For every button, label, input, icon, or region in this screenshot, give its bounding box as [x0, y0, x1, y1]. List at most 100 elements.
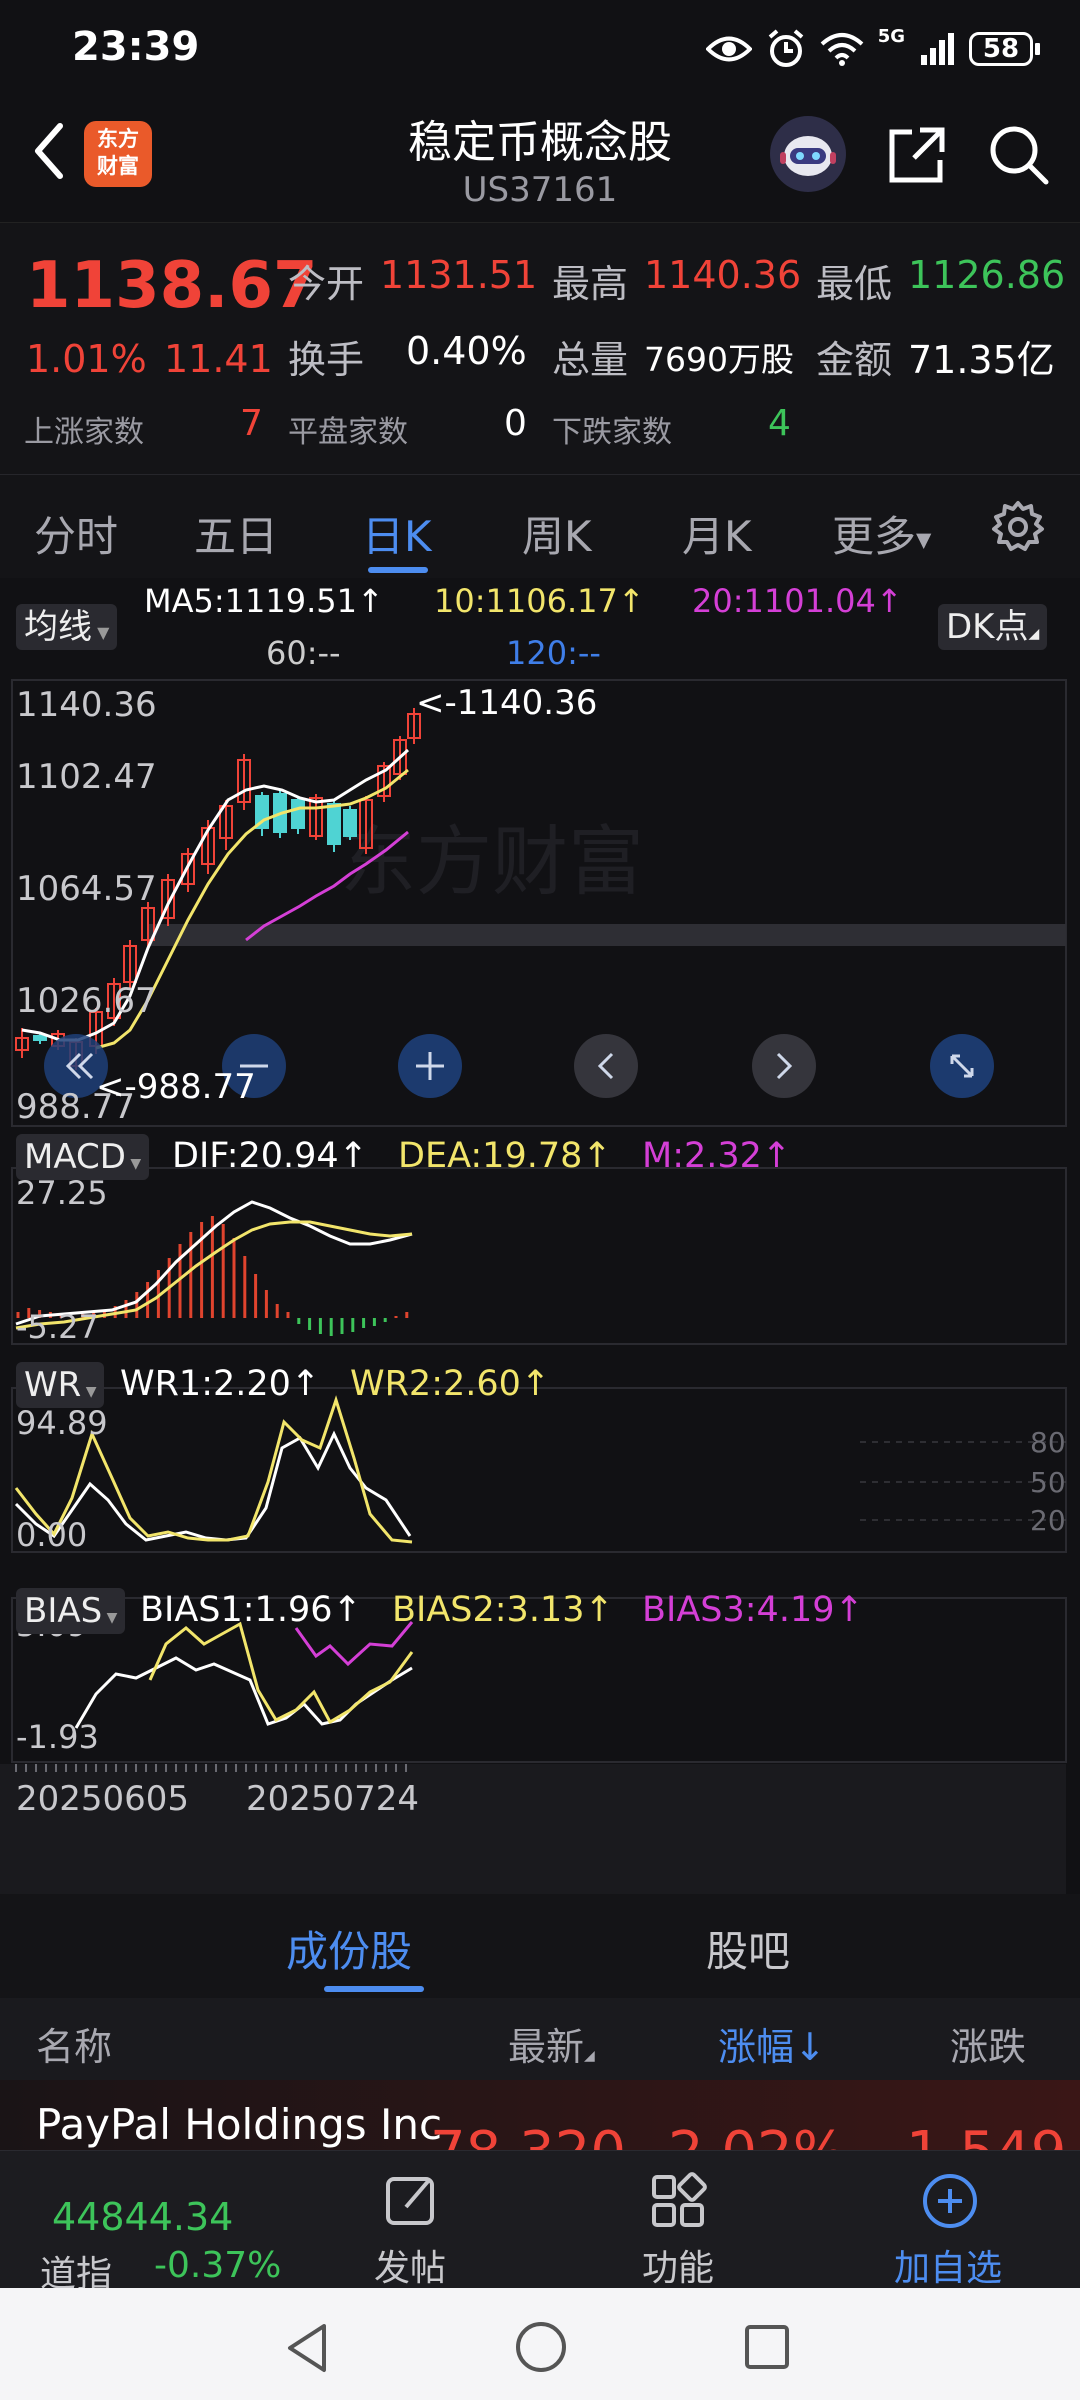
bias2-value: BIAS2:3.13↑	[392, 1590, 614, 1630]
ma10-value: 10:1106.17↑	[434, 582, 645, 620]
ma5-value: MA5:1119.51↑	[144, 582, 384, 620]
caret-down-icon: ▼	[92, 623, 110, 642]
tab-more[interactable]: 更多▼	[832, 503, 931, 564]
col-change[interactable]: 涨跌	[950, 2016, 1026, 2071]
add-watchlist-button[interactable]: 加自选	[880, 2165, 1020, 2289]
tab-five-day[interactable]: 五日	[194, 503, 278, 564]
candle-body	[327, 803, 341, 845]
status-bar: 23:39 5G 58	[0, 0, 1080, 96]
system-nav-bar	[0, 2288, 1080, 2400]
open-value: 1131.51	[380, 253, 538, 297]
robot-assistant-button[interactable]	[770, 116, 846, 192]
change-percent: 1.01%	[26, 337, 147, 381]
wr-panel-frame	[11, 1387, 1067, 1553]
wr-ref-50: 50	[1030, 1466, 1066, 1499]
wr-ref-80: 80	[1030, 1426, 1066, 1459]
battery-level: 58	[982, 34, 1020, 64]
bias1-line	[74, 1656, 413, 1729]
pan-right-button[interactable]	[752, 1034, 816, 1098]
network-label: 5G	[877, 26, 905, 47]
kline-y-label-4: 1026.67	[16, 981, 157, 1021]
wr-selector[interactable]: WR ▼	[16, 1362, 105, 1408]
edit-icon	[386, 2177, 434, 2225]
post-button[interactable]: 发帖	[360, 2165, 460, 2289]
tab-forum[interactable]: 股吧	[706, 1918, 790, 1979]
caret-down-icon: ▼	[125, 1156, 142, 1172]
amount-value: 71.35亿	[908, 338, 1055, 382]
list-item[interactable]: PayPal Holdings Inc 78.320 2.02% 1.549	[0, 2080, 1080, 2150]
signal-icon	[921, 33, 954, 65]
date-mid: 20250724	[246, 1779, 419, 1819]
macd-m-value: M:2.32↑	[642, 1136, 792, 1176]
unchanged-label: 平盘家数	[288, 415, 408, 450]
add-circle-icon	[923, 2174, 977, 2228]
back-triangle-icon[interactable]	[280, 2320, 336, 2376]
tab-weekly-k[interactable]: 周K	[522, 503, 592, 564]
dif-value: DIF:20.94↑	[172, 1136, 369, 1176]
ma120-value: 120:--	[506, 634, 601, 672]
recents-square-icon[interactable]	[740, 2320, 794, 2374]
macd-y-bottom: -5.27	[16, 1308, 99, 1346]
wifi-icon	[820, 33, 864, 66]
amount-label: 金额	[816, 338, 893, 382]
wr-y-bottom: 0.00	[16, 1516, 87, 1554]
high-label: 最高	[552, 262, 629, 306]
wr-ref-20: 20	[1030, 1504, 1066, 1537]
wr-y-top: 94.89	[16, 1404, 108, 1442]
dk-point-button[interactable]: DK点◢	[938, 604, 1048, 650]
gear-icon	[992, 501, 1044, 551]
low-marker: <-988.77	[96, 1067, 256, 1107]
decliners-label: 下跌家数	[552, 415, 672, 450]
functions-button[interactable]: 功能	[628, 2165, 728, 2289]
candle-body	[33, 1035, 47, 1041]
bias2-line	[148, 1621, 414, 1725]
search-button[interactable]	[986, 122, 1052, 188]
active-tab-indicator	[368, 567, 428, 573]
ma60-value: 60:--	[266, 634, 341, 672]
share-icon	[889, 127, 945, 183]
macd-selector[interactable]: MACD ▼	[16, 1134, 150, 1180]
tab-constituents[interactable]: 成份股	[286, 1918, 412, 1979]
advancers-value: 7	[240, 403, 263, 444]
index-value: 44844.34	[52, 2195, 234, 2239]
chart-canvas[interactable]: 东方财富 1140.36 1102.47 1064.57 1026.67 988…	[0, 678, 1080, 1894]
quote-panel: 1138.67 1.01% 11.41 今开 1131.51 最高 1140.3…	[0, 222, 1080, 475]
price-band	[148, 924, 1066, 946]
stock-latest: 78.320	[430, 2120, 626, 2150]
bottom-nav: 44844.34 道指 -0.37% 发帖 功能 加自选	[0, 2150, 1080, 2295]
high-marker: <-1140.36	[416, 683, 597, 723]
col-change-pct[interactable]: 涨幅↓	[718, 2016, 826, 2071]
tab-intraday[interactable]: 分时	[34, 503, 118, 564]
status-icons: 5G 58	[705, 26, 1040, 72]
wr2-value: WR2:2.60↑	[350, 1364, 551, 1404]
grid-icon	[652, 2172, 707, 2227]
title-bar: 东方财富 稳定币概念股 US37161	[0, 96, 1080, 220]
col-name[interactable]: 名称	[36, 2016, 112, 2071]
kline-y-label-2: 1102.47	[16, 757, 157, 797]
low-value: 1126.86	[908, 253, 1066, 297]
period-tabs: 分时 五日 日K 周K 月K 更多▼	[0, 474, 1080, 580]
caret-down-icon: ▼	[102, 1610, 118, 1626]
tab-monthly-k[interactable]: 月K	[682, 503, 752, 564]
watermark-text: 东方财富	[340, 817, 644, 906]
pan-left-button[interactable]	[574, 1034, 638, 1098]
index-ticker[interactable]: 44844.34 道指 -0.37%	[36, 2161, 296, 2295]
tab-daily-k[interactable]: 日K	[362, 503, 432, 564]
chart-settings-button[interactable]	[990, 499, 1046, 555]
caret-down-icon: ▼	[916, 527, 932, 552]
ma-selector[interactable]: 均线 ▼	[16, 604, 118, 650]
status-time: 23:39	[72, 24, 200, 70]
col-latest[interactable]: 最新◢	[508, 2016, 595, 2071]
index-change: -0.37%	[154, 2245, 282, 2286]
date-start: 20250605	[16, 1779, 189, 1819]
segment-tabs: 成份股 股吧	[0, 1894, 1080, 1998]
eye-icon	[705, 36, 752, 62]
advancers-label: 上涨家数	[24, 415, 144, 450]
wr1-value: WR1:2.20↑	[120, 1364, 321, 1404]
bias-selector[interactable]: BIAS ▼	[16, 1588, 126, 1634]
bias3-value: BIAS3:4.19↑	[642, 1590, 864, 1630]
share-button[interactable]	[886, 124, 948, 186]
bias-y-bottom: -1.93	[16, 1718, 99, 1756]
home-circle-icon[interactable]	[512, 2318, 570, 2376]
candle-body	[343, 809, 357, 837]
